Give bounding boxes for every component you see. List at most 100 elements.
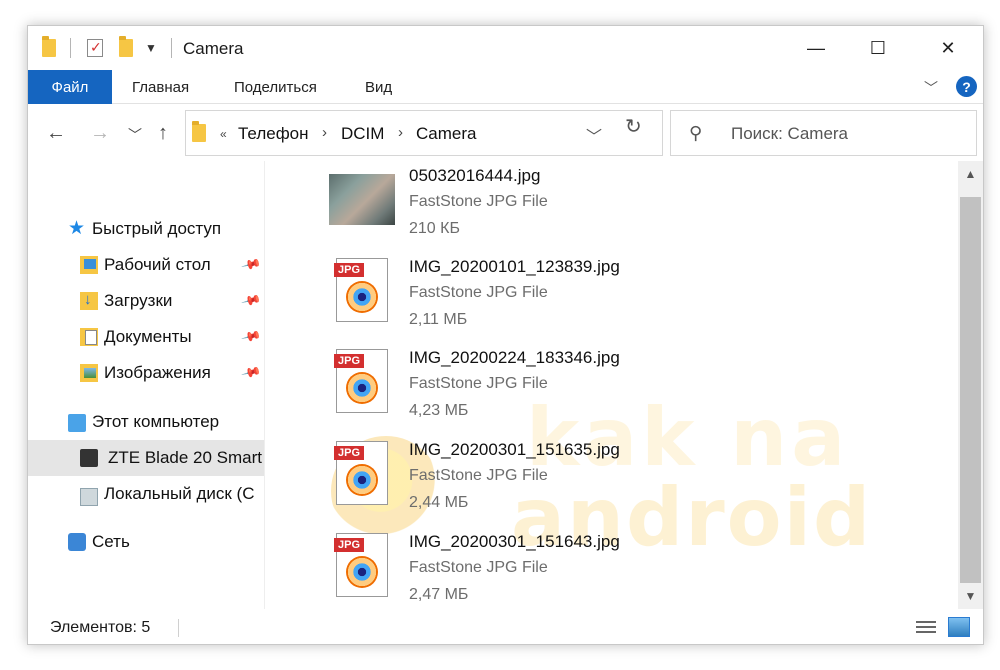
forward-arrow-icon[interactable]: → — [90, 122, 110, 145]
explorer-window: ▼ Camera — ☐ ✕ Файл Главная Поделиться В… — [27, 25, 984, 645]
quick-access-toolbar: ▼ — [42, 36, 172, 58]
ribbon-tabs: Файл Главная Поделиться Вид ﹀ ? — [28, 70, 983, 104]
faststone-eye-icon — [346, 372, 378, 404]
sidebar-item-pictures[interactable]: Изображения 📌 — [28, 355, 264, 391]
file-item[interactable]: JPG IMG_20200301_151643.jpg FastStone JP… — [266, 527, 946, 609]
back-arrow-icon[interactable]: ← — [46, 122, 66, 145]
sidebar-item-label: Документы — [104, 327, 192, 346]
sidebar-item-label: Загрузки — [104, 291, 173, 310]
sidebar-item-zte-blade[interactable]: ZTE Blade 20 Smart — [28, 440, 264, 476]
file-name: IMG_20200301_151635.jpg — [409, 440, 620, 459]
faststone-eye-icon — [346, 556, 378, 588]
file-type: FastStone JPG File — [409, 467, 548, 484]
search-input[interactable]: Поиск: Camera — [731, 124, 848, 144]
sidebar-item-label: Быстрый доступ — [92, 219, 222, 238]
expand-ribbon-icon[interactable]: ﹀ — [924, 78, 938, 98]
pin-icon[interactable]: 📌 — [240, 254, 263, 276]
properties-icon[interactable] — [87, 39, 103, 57]
toolbar-divider — [70, 38, 71, 58]
jpg-file-icon: JPG — [334, 533, 388, 597]
breadcrumb-camera[interactable]: Camera — [416, 124, 476, 144]
pin-icon[interactable]: 📌 — [240, 326, 263, 348]
sidebar-item-downloads[interactable]: Загрузки 📌 — [28, 283, 264, 319]
file-size: 2,44 МБ — [409, 494, 469, 511]
jpg-badge: JPG — [334, 354, 364, 368]
file-size: 2,11 МБ — [409, 311, 468, 328]
sidebar-item-documents[interactable]: Документы 📌 — [28, 319, 264, 355]
details-view-icon[interactable] — [916, 618, 936, 636]
file-name: IMG_20200301_151643.jpg — [409, 532, 620, 551]
tab-file[interactable]: Файл — [28, 70, 112, 104]
star-icon: ★ — [68, 218, 86, 239]
breadcrumb-dcim[interactable]: DCIM — [341, 124, 384, 144]
address-bar[interactable]: « Телефон › DCIM › Camera ﹀ — [185, 110, 663, 156]
toolbar-divider — [170, 38, 172, 58]
file-item[interactable]: JPG IMG_20200101_123839.jpg FastStone JP… — [266, 252, 946, 343]
phone-icon — [80, 449, 98, 467]
downloads-folder-icon — [80, 291, 98, 310]
pin-icon[interactable]: 📌 — [240, 362, 263, 384]
up-arrow-icon[interactable]: ↑ — [158, 122, 168, 145]
status-divider — [178, 619, 179, 637]
breadcrumb-phone[interactable]: Телефон — [238, 124, 309, 144]
sidebar-item-label: Локальный диск (C — [104, 484, 255, 503]
file-type: FastStone JPG File — [409, 193, 548, 210]
customize-toolbar-icon[interactable]: ▼ — [145, 41, 157, 55]
scroll-down-icon[interactable]: ▼ — [958, 583, 983, 609]
documents-folder-icon — [80, 328, 98, 346]
refresh-icon[interactable]: ↻ — [625, 114, 642, 139]
scrollbar-thumb[interactable] — [960, 197, 981, 583]
large-icons-view-icon[interactable] — [948, 617, 970, 637]
file-item[interactable]: JPG IMG_20200224_183346.jpg FastStone JP… — [266, 343, 946, 434]
jpg-file-icon: JPG — [334, 258, 388, 322]
sidebar-item-desktop[interactable]: Рабочий стол 📌 — [28, 247, 264, 283]
faststone-eye-icon — [346, 281, 378, 313]
chevron-right-icon[interactable]: › — [398, 124, 403, 141]
tab-home[interactable]: Главная — [132, 79, 189, 96]
sidebar-item-local-disk[interactable]: Локальный диск (C — [28, 476, 264, 512]
file-size: 2,47 МБ — [409, 586, 469, 603]
maximize-button[interactable]: ☐ — [858, 34, 898, 62]
chevron-right-icon[interactable]: › — [322, 124, 327, 141]
file-type: FastStone JPG File — [409, 559, 548, 576]
navigation-pane: ★ Быстрый доступ Рабочий стол 📌 Загрузки… — [28, 161, 265, 609]
new-folder-icon[interactable] — [119, 36, 133, 57]
folder-icon[interactable] — [42, 36, 56, 57]
file-item[interactable]: 05032016444.jpg FastStone JPG File 210 К… — [266, 161, 946, 252]
file-size: 4,23 МБ — [409, 402, 469, 419]
sidebar-item-this-pc[interactable]: Этот компьютер — [28, 404, 264, 440]
search-icon: ⚲ — [689, 123, 703, 143]
window-title: Camera — [183, 39, 244, 58]
scroll-up-icon[interactable]: ▲ — [958, 161, 983, 187]
overflow-icon[interactable]: « — [220, 127, 227, 141]
title-bar: ▼ Camera — ☐ ✕ — [28, 26, 983, 70]
close-button[interactable]: ✕ — [928, 34, 968, 62]
navigation-bar: ← → ﹀ ↑ « Телефон › DCIM › Camera ﹀ ↻ ⚲ … — [28, 105, 983, 161]
jpg-badge: JPG — [334, 538, 364, 552]
pictures-folder-icon — [80, 364, 98, 382]
recent-locations-icon[interactable]: ﹀ — [128, 125, 142, 145]
tab-view[interactable]: Вид — [365, 79, 392, 96]
chevron-down-icon[interactable]: ﹀ — [586, 123, 602, 147]
jpg-file-icon: JPG — [334, 349, 388, 413]
computer-icon — [68, 414, 86, 432]
file-item[interactable]: JPG IMG_20200301_151635.jpg FastStone JP… — [266, 435, 946, 526]
jpg-file-icon: JPG — [334, 441, 388, 505]
faststone-eye-icon — [346, 464, 378, 496]
sidebar-item-network[interactable]: Сеть — [28, 524, 264, 560]
pin-icon[interactable]: 📌 — [240, 290, 263, 312]
sidebar-item-quick-access[interactable]: ★ Быстрый доступ — [28, 211, 264, 247]
file-list: kak na android 05032016444.jpg FastStone… — [266, 161, 958, 609]
help-button[interactable]: ? — [956, 76, 977, 97]
sidebar-item-label: Изображения — [104, 363, 211, 382]
tab-share[interactable]: Поделиться — [234, 79, 317, 96]
jpg-badge: JPG — [334, 446, 364, 460]
search-box[interactable]: ⚲ Поиск: Camera — [670, 110, 977, 156]
minimize-button[interactable]: — — [796, 34, 836, 62]
status-bar: Элементов: 5 — [28, 609, 983, 644]
sidebar-item-label: Сеть — [92, 532, 130, 551]
vertical-scrollbar[interactable]: ▲ ▼ — [958, 161, 983, 609]
file-type: FastStone JPG File — [409, 284, 548, 301]
jpg-badge: JPG — [334, 263, 364, 277]
image-thumbnail — [329, 174, 395, 225]
